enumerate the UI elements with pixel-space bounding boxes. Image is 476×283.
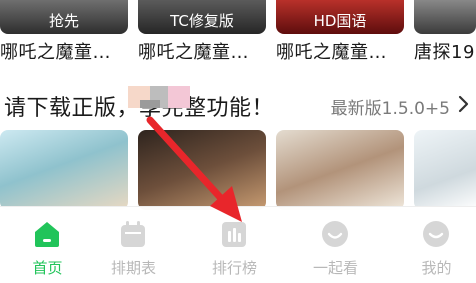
nav-label: 首页 <box>32 259 63 277</box>
video-title[interactable]: 哪吒之魔童… <box>0 38 140 64</box>
nav-label: 排期表 <box>110 259 156 277</box>
profile-icon <box>423 221 449 247</box>
nav-item-ranking[interactable]: 排行榜 <box>187 207 282 283</box>
calendar-icon <box>121 221 145 247</box>
download-banner[interactable]: 请下载正版，享完整功能！ 最新版1.5.0+5 <box>0 86 476 126</box>
video-card-row: 抢先 哪吒之魔童… TC修复版 哪吒之魔童… HD国语 哪吒之魔童… 唐探19 <box>0 0 476 64</box>
poster-row <box>0 130 476 210</box>
nav-item-schedule[interactable]: 排期表 <box>86 207 181 283</box>
bottom-nav: 首页 排期表 排行榜 一起看 我的 <box>0 206 476 283</box>
video-thumbnail[interactable]: HD国语 <box>276 0 404 34</box>
nav-label: 一起看 <box>312 259 358 277</box>
video-thumbnail[interactable]: TC修复版 <box>138 0 266 34</box>
home-icon <box>35 222 59 247</box>
version-label[interactable]: 最新版1.5.0+5 <box>331 94 450 119</box>
watch-together-icon <box>322 221 348 247</box>
video-tag: HD国语 <box>313 12 367 30</box>
video-tag: 抢先 <box>48 12 79 30</box>
nav-item-watch-together[interactable]: 一起看 <box>288 207 383 283</box>
video-thumbnail[interactable] <box>414 0 476 34</box>
ranking-icon <box>222 222 246 247</box>
poster-thumbnail[interactable] <box>0 130 128 210</box>
video-title[interactable]: 唐探19 <box>414 38 476 64</box>
video-tag: TC修复版 <box>170 12 234 30</box>
nav-item-profile[interactable]: 我的 <box>389 207 476 283</box>
video-title[interactable]: 哪吒之魔童… <box>138 38 278 64</box>
video-thumbnail[interactable]: 抢先 <box>0 0 128 34</box>
nav-label: 我的 <box>421 259 452 277</box>
chevron-right-icon[interactable] <box>456 94 470 114</box>
poster-thumbnail[interactable] <box>138 130 266 210</box>
poster-thumbnail[interactable] <box>276 130 404 210</box>
nav-label: 排行榜 <box>211 259 257 277</box>
nav-item-home[interactable]: 首页 <box>0 207 95 283</box>
poster-thumbnail[interactable] <box>414 130 476 210</box>
video-title[interactable]: 哪吒之魔童… <box>276 38 416 64</box>
